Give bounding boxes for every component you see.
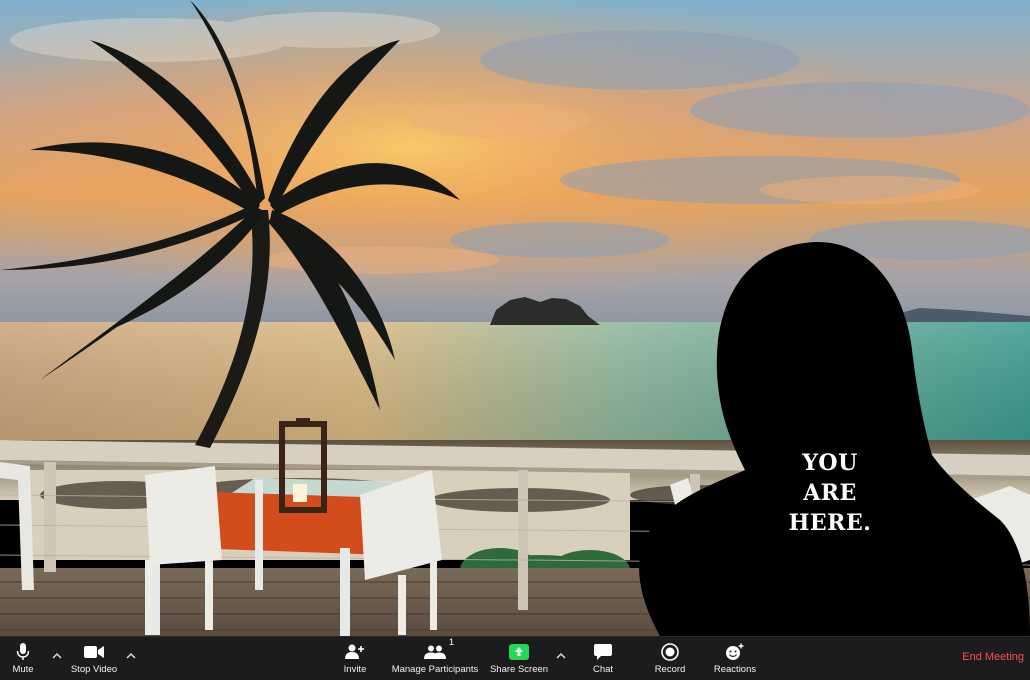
smiley-plus-icon	[725, 640, 745, 664]
manage-participants-label: Manage Participants	[391, 664, 479, 675]
video-camera-icon	[84, 640, 104, 664]
overlay-line-2: ARE	[803, 480, 857, 506]
add-person-icon	[345, 640, 365, 664]
share-screen-arrow-icon	[509, 640, 529, 664]
record-label: Record	[654, 664, 686, 675]
manage-participants-button[interactable]: 1 Manage Participants	[390, 637, 480, 680]
invite-label: Invite	[343, 664, 367, 675]
mute-label: Mute	[12, 664, 34, 675]
mute-button[interactable]: Mute	[8, 637, 38, 680]
invite-button[interactable]: Invite	[340, 637, 370, 680]
chat-bubble-icon	[594, 640, 612, 664]
audio-options-chevron-up-icon[interactable]	[51, 649, 63, 661]
meeting-toolbar: Mute Stop Video Invite 1 Manage Particip…	[0, 636, 1030, 680]
chat-button[interactable]: Chat	[588, 637, 618, 680]
stop-video-button[interactable]: Stop Video	[70, 637, 118, 680]
share-screen-button[interactable]: Share Screen	[490, 637, 548, 680]
people-icon: 1	[424, 637, 454, 664]
participants-count: 1	[448, 637, 454, 647]
record-button[interactable]: Record	[652, 637, 688, 680]
virtual-background-beach-sunset	[0, 0, 1030, 636]
you-are-here-label: YOU ARE HERE.	[760, 448, 900, 538]
video-call-window: YOU ARE HERE. Mute Stop Video Invite 1 M…	[0, 0, 1030, 680]
chat-label: Chat	[592, 664, 614, 675]
share-screen-label: Share Screen	[489, 664, 549, 675]
reactions-label: Reactions	[713, 664, 757, 675]
stop-video-label: Stop Video	[70, 664, 118, 675]
record-icon	[661, 640, 679, 664]
overlay-line-1: YOU	[802, 450, 858, 476]
video-options-chevron-up-icon[interactable]	[125, 649, 137, 661]
reactions-button[interactable]: Reactions	[712, 637, 758, 680]
end-meeting-button[interactable]: End Meeting	[962, 651, 1024, 663]
overlay-line-3: HERE.	[788, 510, 872, 536]
share-options-chevron-up-icon[interactable]	[555, 649, 567, 661]
microphone-icon	[16, 640, 30, 664]
